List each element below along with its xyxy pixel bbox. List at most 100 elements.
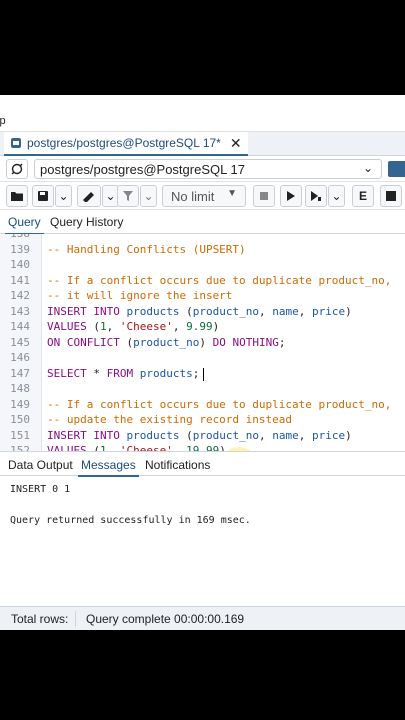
save-icon xyxy=(38,191,48,201)
pgadmin-query-tool: lp postgres/postgres@PostgreSQL 17* ✕ po… xyxy=(0,95,405,630)
code-line[interactable]: 150 -- update the existing record instead xyxy=(0,413,405,429)
code-line[interactable]: 144 VALUES (1, 'Cheese', 9.99) xyxy=(0,320,405,336)
code-line[interactable]: 140 xyxy=(0,258,405,274)
line-number: 138 xyxy=(0,234,30,240)
toolbar: ⌄ ⌄ ⌄ No limit ▼ ⌄ E xyxy=(0,182,405,210)
connection-value: postgres/postgres@PostgreSQL 17 xyxy=(40,162,245,177)
code-text: INSERT INTO products (product_no, name, … xyxy=(47,304,352,318)
line-number: 139 xyxy=(10,242,30,256)
message-line: INSERT 0 1 xyxy=(10,484,71,495)
code-text: -- Handling Conflicts (UPSERT) xyxy=(47,242,246,256)
code-text: VALUES (1, 'Cheese', 19.99) xyxy=(47,444,226,451)
line-number: 140 xyxy=(10,258,30,271)
line-number: 145 xyxy=(10,335,30,349)
row-limit-select[interactable]: No limit ▼ xyxy=(162,185,246,207)
code-line[interactable]: 142 -- it will ignore the insert xyxy=(0,289,405,305)
open-file-button[interactable] xyxy=(6,185,28,207)
code-line[interactable]: 143 INSERT INTO products (product_no, nam… xyxy=(0,305,405,321)
connection-bar: postgres/postgres@PostgreSQL 17 ⌄ xyxy=(0,156,405,182)
chevron-down-icon: ⌄ xyxy=(58,189,69,203)
execute-options-button[interactable]: ⌄ xyxy=(328,185,345,207)
stop-icon xyxy=(260,192,268,200)
row-limit-value: No limit xyxy=(171,189,215,204)
line-number: 141 xyxy=(10,273,30,287)
code-line[interactable]: 148 xyxy=(0,382,405,398)
save-button[interactable] xyxy=(32,185,54,207)
code-text: ON CONFLICT (product_no) DO NOTHING; xyxy=(47,335,286,349)
line-number: 150 xyxy=(10,413,30,426)
line-number: 144 xyxy=(10,320,30,333)
chevron-down-icon: ⌄ xyxy=(362,161,373,175)
line-number: 142 xyxy=(10,289,30,302)
tab-query[interactable]: Query xyxy=(5,215,44,235)
save-options-button[interactable]: ⌄ xyxy=(55,185,72,207)
code-line[interactable]: 147 SELECT * FROM products; xyxy=(0,367,405,383)
chevron-down-icon: ⌄ xyxy=(143,189,154,203)
chevron-down-icon: ⌄ xyxy=(331,189,342,203)
line-number: 148 xyxy=(10,382,30,395)
analyze-icon xyxy=(386,191,396,201)
stop-button[interactable] xyxy=(253,185,275,207)
code-text: -- update the existing record instead xyxy=(47,413,293,426)
code-text: -- If a conflict occurs due to duplicate… xyxy=(47,397,392,411)
line-number: 147 xyxy=(10,366,30,380)
tab-data-output[interactable]: Data Output xyxy=(8,458,73,472)
explain-icon: E xyxy=(358,189,367,203)
code-text: -- If a conflict occurs due to duplicate… xyxy=(47,273,392,287)
code-text: INSERT INTO products (product_no, name, … xyxy=(47,428,352,442)
plug-glyph xyxy=(11,163,23,175)
code-text: SELECT * FROM products; xyxy=(47,366,200,380)
code-line[interactable]: 141 -- If a conflict occurs due to duplic… xyxy=(0,274,405,290)
line-number: 151 xyxy=(10,428,30,442)
code-line[interactable]: 149 -- If a conflict occurs due to duplic… xyxy=(0,398,405,414)
editor-tab-bar: postgres/postgres@PostgreSQL 17* ✕ xyxy=(0,132,405,156)
line-number: 146 xyxy=(10,351,30,364)
output-panel: Data Output Messages Notifications INSER… xyxy=(0,451,405,606)
code-line[interactable]: 151 INSERT INTO products (product_no, nam… xyxy=(0,429,405,445)
caret-down-icon: ▼ xyxy=(227,188,237,199)
filter-button[interactable] xyxy=(117,185,139,207)
text-caret xyxy=(203,367,204,381)
status-bar: Total rows: Query complete 00:00:00.169 xyxy=(0,606,405,630)
folder-icon xyxy=(11,192,23,201)
explain-button[interactable]: E xyxy=(352,185,374,207)
plug-icon[interactable] xyxy=(6,159,28,179)
message-line: Query returned successfully in 169 msec. xyxy=(10,515,251,526)
line-number: 149 xyxy=(10,397,30,411)
status-divider xyxy=(75,611,76,627)
line-number: 143 xyxy=(10,304,30,318)
code-line[interactable]: 145 ON CONFLICT (product_no) DO NOTHING; xyxy=(0,336,405,352)
query-tab[interactable]: postgres/postgres@PostgreSQL 17* ✕ xyxy=(4,132,248,156)
play-icon xyxy=(287,191,295,201)
edit-pen-icon xyxy=(83,192,94,202)
database-icon xyxy=(11,138,21,148)
tab-query-history[interactable]: Query History xyxy=(50,215,123,229)
code-text: VALUES (1, 'Cheese', 9.99) xyxy=(47,320,220,333)
filter-options-button[interactable]: ⌄ xyxy=(140,185,157,207)
code-line[interactable]: 146 xyxy=(0,351,405,367)
database-icon[interactable] xyxy=(388,161,405,177)
query-subtabs: Query Query History xyxy=(0,210,405,235)
close-icon[interactable]: ✕ xyxy=(230,135,242,152)
code-line[interactable]: 152 VALUES (1, 'Cheese', 19.99) xyxy=(0,444,405,451)
query-status-text: Query complete 00:00:00.169 xyxy=(86,612,245,626)
connection-select[interactable]: postgres/postgres@PostgreSQL 17 ⌄ xyxy=(34,159,382,179)
tab-messages[interactable]: Messages xyxy=(78,458,139,477)
code-line[interactable]: 139 -- Handling Conflicts (UPSERT) xyxy=(0,243,405,259)
menubar: lp xyxy=(0,95,405,132)
output-tabs: Data Output Messages Notifications xyxy=(0,452,405,477)
execute-button[interactable] xyxy=(280,185,302,207)
total-rows-label: Total rows: xyxy=(11,612,69,626)
tab-notifications[interactable]: Notifications xyxy=(145,458,210,472)
chevron-down-icon: ⌄ xyxy=(105,189,116,203)
sql-editor[interactable]: 138139-- Handling Conflicts (UPSERT)1401… xyxy=(0,234,405,451)
explain-analyze-button[interactable] xyxy=(380,185,402,207)
code-text: -- it will ignore the insert xyxy=(47,289,233,302)
query-tab-title: postgres/postgres@PostgreSQL 17* xyxy=(27,136,221,150)
edit-button[interactable] xyxy=(77,185,101,207)
menu-item-help[interactable]: lp xyxy=(0,115,6,127)
code-line[interactable]: 138 xyxy=(0,234,405,243)
filter-icon xyxy=(123,191,133,201)
run-script-icon xyxy=(311,191,321,201)
execute-script-button[interactable] xyxy=(305,185,327,207)
